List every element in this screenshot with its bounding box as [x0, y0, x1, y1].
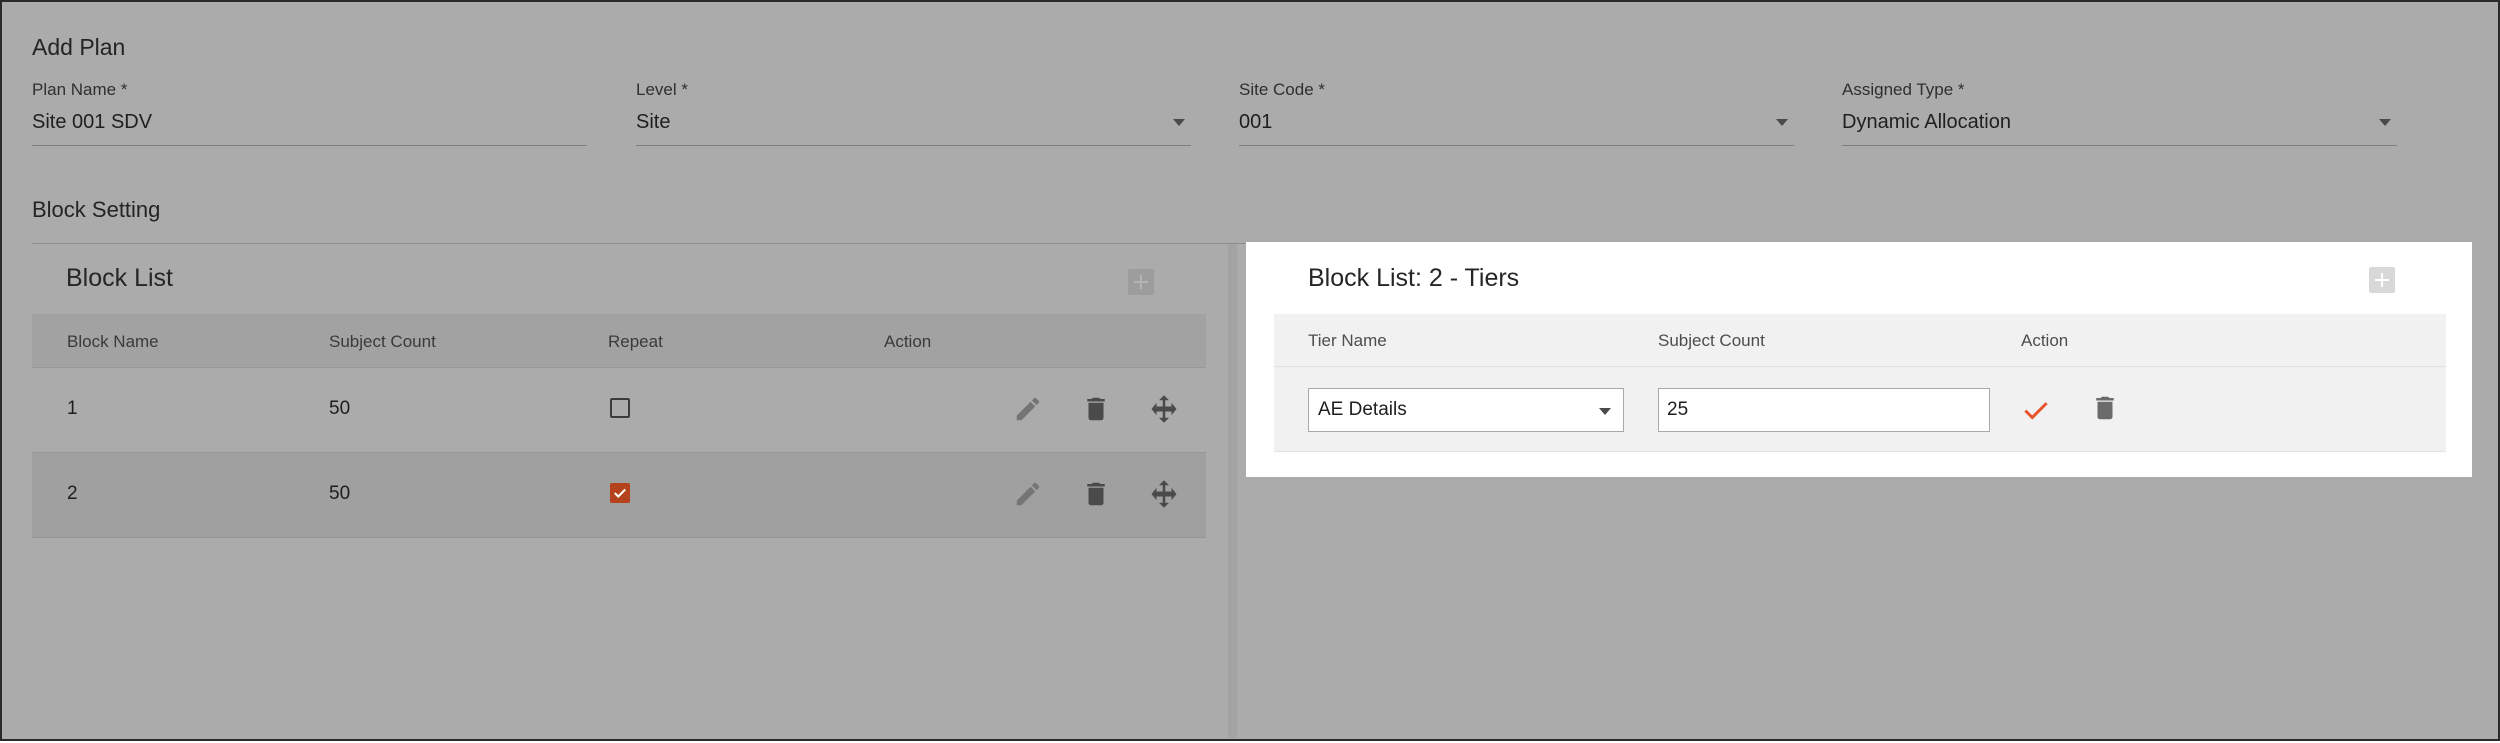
- tier-edit-row: AE Details: [1274, 367, 2446, 452]
- tier-subject-count-input[interactable]: [1658, 388, 1990, 432]
- block-list-title: Block List: [66, 264, 173, 292]
- move-arrows-icon[interactable]: [1149, 479, 1179, 509]
- move-arrows-icon[interactable]: [1149, 394, 1179, 424]
- caret-down-icon[interactable]: [2379, 119, 2391, 126]
- column-action: Action: [884, 332, 932, 351]
- check-icon[interactable]: [2021, 395, 2051, 430]
- repeat-checkbox[interactable]: [610, 398, 630, 418]
- site-code-label: Site Code *: [1239, 80, 1325, 99]
- level-dropdown[interactable]: Site: [636, 111, 1191, 146]
- pencil-icon[interactable]: [1013, 394, 1043, 424]
- subject-count-cell: 50: [329, 398, 351, 419]
- level-select[interactable]: Level * Site: [636, 80, 1191, 146]
- block-list-header: Block Name Subject Count Repeat Action: [32, 314, 1206, 368]
- assigned-type-dropdown[interactable]: Dynamic Allocation: [1842, 111, 2397, 146]
- plan-name-input[interactable]: Site 001 SDV: [32, 111, 587, 146]
- column-tier-name: Tier Name: [1308, 331, 1387, 350]
- repeat-checkbox[interactable]: [610, 483, 630, 503]
- tier-list-panel: Block List: 2 - Tiers Tier Name Subject …: [1246, 242, 2472, 477]
- tier-name-select[interactable]: AE Details: [1308, 388, 1624, 432]
- plan-name-label: Plan Name *: [32, 80, 128, 99]
- block-name-cell: 1: [67, 398, 78, 419]
- table-row[interactable]: 1 50: [32, 368, 1206, 453]
- site-code-select[interactable]: Site Code * 001: [1239, 80, 1794, 146]
- column-subject-count: Subject Count: [1658, 331, 1765, 350]
- tier-list-title: Block List: 2 - Tiers: [1308, 264, 1520, 292]
- trash-icon[interactable]: [2090, 393, 2120, 428]
- panel-splitter[interactable]: [1228, 244, 1237, 738]
- assigned-type-select[interactable]: Assigned Type * Dynamic Allocation: [1842, 80, 2397, 146]
- assigned-type-label: Assigned Type *: [1842, 80, 1965, 99]
- pencil-icon[interactable]: [1013, 479, 1043, 509]
- caret-down-icon[interactable]: [1776, 119, 1788, 126]
- table-row[interactable]: 2 50: [32, 453, 1206, 538]
- block-list-panel: Block List Block Name Subject Count Repe…: [32, 244, 1206, 738]
- plan-name-field[interactable]: Plan Name * Site 001 SDV: [32, 80, 587, 146]
- subject-count-cell: 50: [329, 483, 351, 504]
- tier-name-value: AE Details: [1318, 399, 1407, 420]
- caret-down-icon[interactable]: [1173, 119, 1185, 126]
- site-code-dropdown[interactable]: 001: [1239, 111, 1794, 146]
- column-action: Action: [2021, 331, 2069, 350]
- column-block-name: Block Name: [67, 332, 159, 351]
- level-label: Level *: [636, 80, 688, 99]
- site-code-value: 001: [1239, 111, 1273, 133]
- add-block-button[interactable]: [1128, 269, 1154, 295]
- assigned-type-value: Dynamic Allocation: [1842, 111, 2011, 133]
- level-value: Site: [636, 111, 671, 133]
- add-tier-button[interactable]: [2369, 267, 2395, 293]
- column-subject-count: Subject Count: [329, 332, 436, 351]
- trash-icon[interactable]: [1081, 394, 1111, 424]
- caret-down-icon[interactable]: [1599, 408, 1611, 415]
- column-repeat: Repeat: [608, 332, 663, 351]
- plan-name-value: Site 001 SDV: [32, 111, 153, 133]
- check-icon: [614, 488, 626, 498]
- block-setting-title: Block Setting: [32, 197, 161, 222]
- page-title: Add Plan: [32, 34, 126, 60]
- app-frame: Add Plan Plan Name * Site 001 SDV Level …: [0, 0, 2500, 741]
- block-name-cell: 2: [67, 483, 78, 504]
- trash-icon[interactable]: [1081, 479, 1111, 509]
- tier-list-header: Tier Name Subject Count Action: [1274, 314, 2446, 367]
